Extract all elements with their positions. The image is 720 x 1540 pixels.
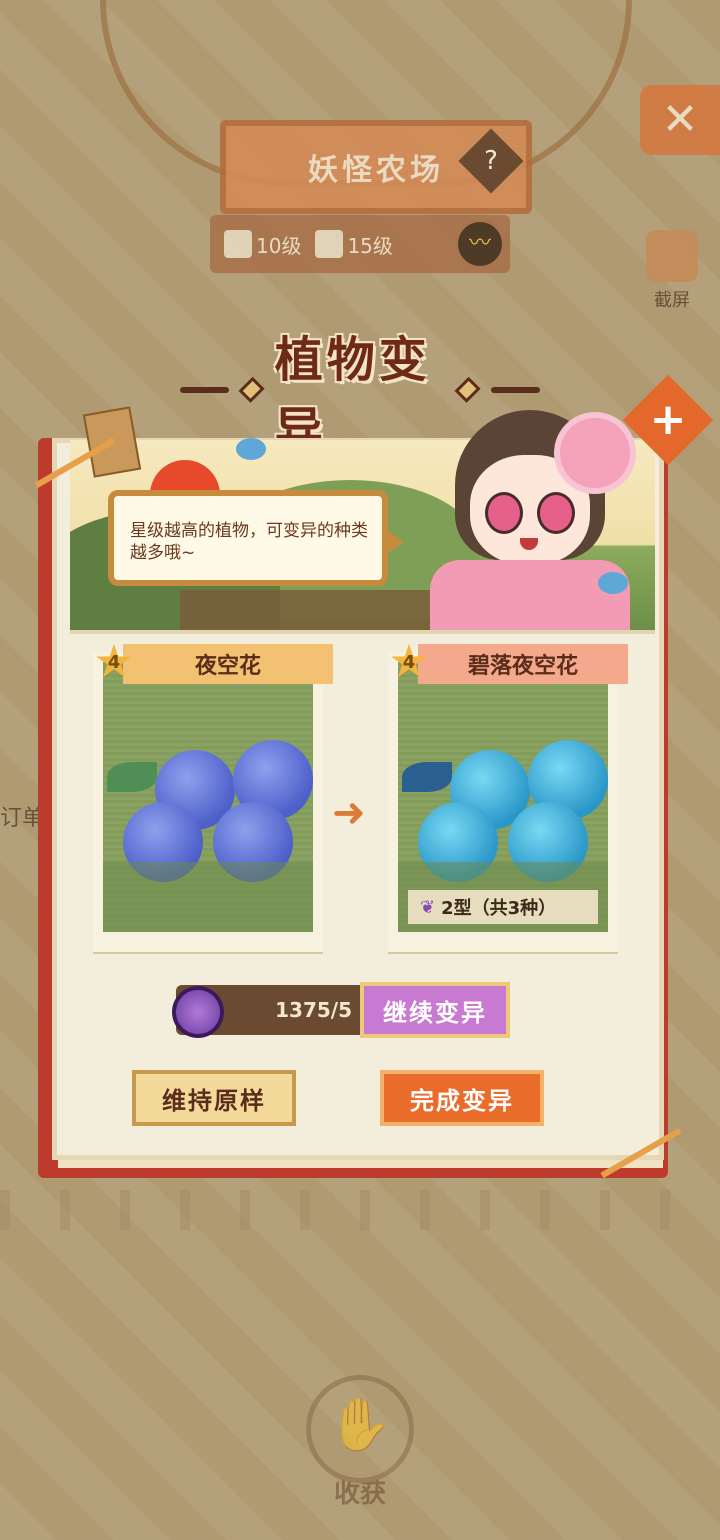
title-diamond-left [238,376,266,404]
target-card-header: 碧落夜空花 [418,644,628,684]
hand-icon [306,1375,414,1483]
help-icon[interactable]: ? [458,128,524,194]
source-star-level: 4 [107,652,121,673]
title-divider-left [180,387,230,393]
character-kimono [430,560,630,630]
counter-value: 1375/5 [275,998,352,1022]
night-flower-icon [213,802,293,882]
panel-title-banner: 植物变异 [180,332,541,458]
leaf-icon [402,762,452,792]
screenshot-label: 截屏 [654,290,690,311]
trend-icon[interactable]: 〰 [458,222,502,266]
harvest-button[interactable]: 收获 [305,1375,415,1509]
level-bar: 10级 15级 〰 [210,215,510,273]
bird-icon [598,572,628,594]
sakura-flower-icon [560,418,630,488]
continue-mutation-button[interactable]: 继续变异 [360,982,510,1038]
farm-level-label: 10级 [256,233,302,258]
keep-original-button[interactable]: 维持原样 [132,1070,296,1126]
sky-flower-icon [418,802,498,882]
village-illustration [180,590,440,630]
cow-icon [224,230,252,258]
screenshot-icon [646,230,698,282]
fence-decoration [0,1190,720,1230]
ghost-icon [315,230,344,258]
target-plant-name: 碧落夜空花 [467,654,578,679]
source-plant-card: 夜空花 ★ 4 [93,638,333,952]
speech-text: 星级越高的植物，可变异的种类越多哦~ [130,521,368,563]
character-eye [537,492,575,534]
sky-flower-icon [508,802,588,882]
variant-tag: ❦ 2型（共3种） [408,890,598,924]
title-diamond-right [454,376,482,404]
arrow-right-icon: ➜ [332,790,366,836]
source-plant-name: 夜空花 [194,654,261,679]
variant-label: 2型（共3种） [441,898,557,919]
screenshot-button[interactable]: 截屏 [632,230,712,311]
card-image [103,662,313,932]
night-flower-icon [123,802,203,882]
leaf-icon [107,762,157,792]
source-card-header: 夜空花 [123,644,333,684]
target-plant-card: 碧落夜空花 ★ 4 ❦ 2型（共3种） [388,638,628,952]
finish-mutation-button[interactable]: 完成变异 [380,1070,544,1126]
speech-bubble: 星级越高的植物，可变异的种类越多哦~ [108,490,404,586]
sprout-icon: ❦ [420,896,436,918]
target-star-level: 4 [402,652,416,673]
title-divider-right [490,387,541,393]
character-eye [485,492,523,534]
plus-icon[interactable]: + [622,374,714,466]
mutation-potion-icon [176,990,220,1034]
farm-title: 妖怪农场 [308,153,444,188]
farm-level: 10级 [224,230,301,259]
ghost-level-label: 15级 [347,233,393,258]
close-button[interactable]: ✕ [640,85,720,155]
ghost-level: 15级 [315,230,393,259]
bird-icon [236,438,266,460]
